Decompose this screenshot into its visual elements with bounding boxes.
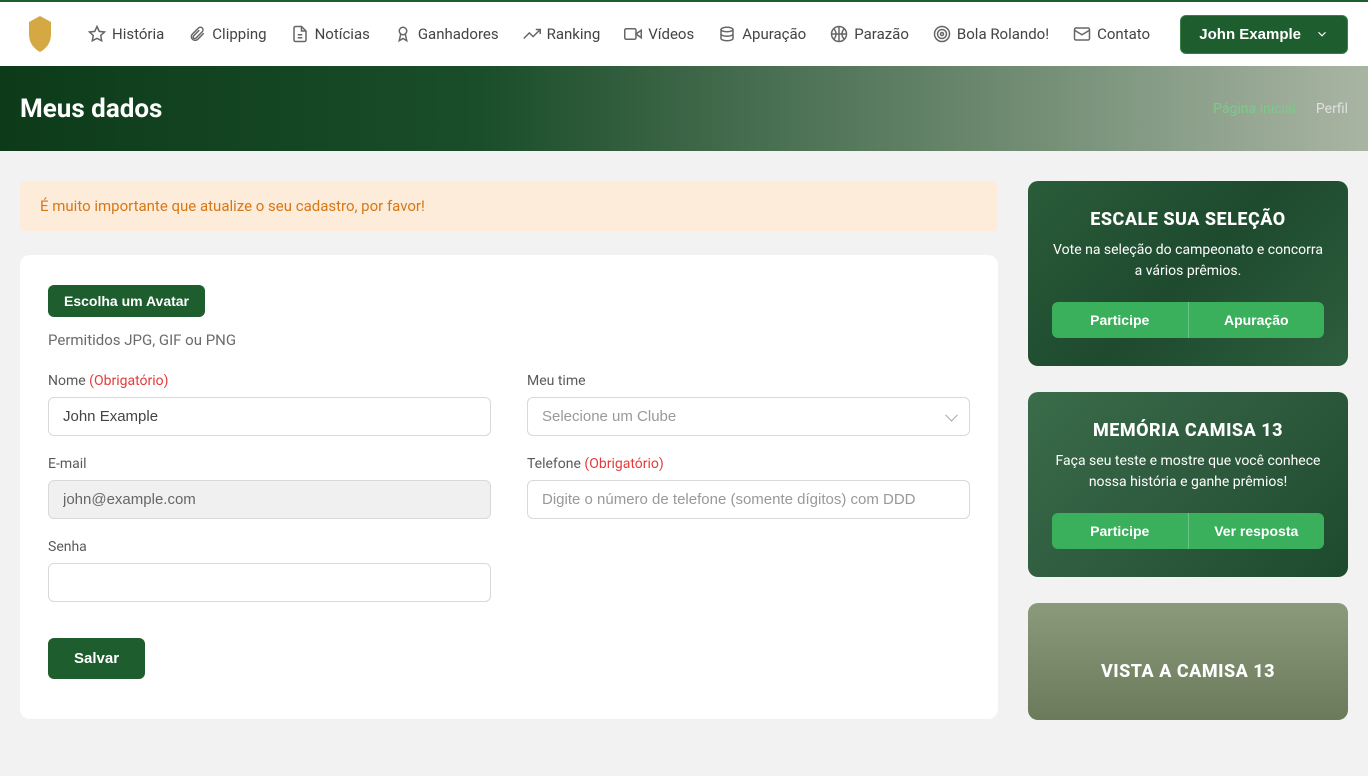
email-group: E-mail [48, 456, 491, 519]
promo-vista-camisa: VISTA A CAMISA 13 [1028, 603, 1348, 720]
hero: Meus dados Página inicial Perfil [0, 66, 1368, 151]
paperclip-icon [188, 25, 206, 43]
nav-label: Clipping [212, 25, 266, 43]
phone-group: Telefone (Obrigatório) [527, 456, 970, 519]
video-icon [624, 25, 642, 43]
nav-historia[interactable]: História [88, 25, 164, 43]
mail-icon [1073, 25, 1091, 43]
basketball-icon [830, 25, 848, 43]
nav-label: Apuração [742, 25, 806, 43]
nav-noticias[interactable]: Notícias [291, 25, 370, 43]
header: História Clipping Notícias Ganhadores Ra… [0, 0, 1368, 66]
chevron-down-icon [1315, 27, 1329, 41]
promo-memoria-camisa: MEMÓRIA CAMISA 13 Faça seu teste e mostr… [1028, 392, 1348, 577]
breadcrumb: Página inicial Perfil [1213, 101, 1348, 117]
promo-title: VISTA A CAMISA 13 [1052, 661, 1324, 682]
alert-banner: É muito importante que atualize o seu ca… [20, 181, 998, 231]
team-label: Meu time [527, 373, 970, 389]
nav-label: História [112, 25, 164, 43]
nav-bola-rolando[interactable]: Bola Rolando! [933, 25, 1049, 43]
award-icon [394, 25, 412, 43]
name-label: Nome (Obrigatório) [48, 373, 491, 389]
nav-label: Parazão [854, 25, 909, 43]
apuracao-button[interactable]: Apuração [1189, 302, 1325, 338]
nav-label: Contato [1097, 25, 1150, 43]
name-group: Nome (Obrigatório) [48, 373, 491, 436]
participe-button[interactable]: Participe [1052, 513, 1189, 549]
nav-label: Notícias [315, 25, 370, 43]
nav: História Clipping Notícias Ganhadores Ra… [88, 25, 1172, 43]
phone-label: Telefone (Obrigatório) [527, 456, 970, 472]
team-group: Meu time [527, 373, 970, 436]
promo-escale-selecao: ESCALE SUA SELEÇÃO Vote na seleção do ca… [1028, 181, 1348, 366]
target-icon [933, 25, 951, 43]
nav-clipping[interactable]: Clipping [188, 25, 266, 43]
name-input[interactable] [48, 397, 491, 436]
avatar-hint: Permitidos JPG, GIF ou PNG [48, 331, 970, 349]
email-label: E-mail [48, 456, 491, 472]
save-button[interactable]: Salvar [48, 638, 145, 679]
nav-contato[interactable]: Contato [1073, 25, 1150, 43]
phone-input[interactable] [527, 480, 970, 519]
password-input[interactable] [48, 563, 491, 602]
nav-apuracao[interactable]: Apuração [718, 25, 806, 43]
nav-label: Ganhadores [418, 25, 499, 43]
promo-title: ESCALE SUA SELEÇÃO [1052, 209, 1324, 230]
nav-label: Vídeos [648, 25, 694, 43]
layers-icon [718, 25, 736, 43]
promo-title: MEMÓRIA CAMISA 13 [1052, 420, 1324, 441]
nav-label: Ranking [547, 25, 601, 43]
user-menu-button[interactable]: John Example [1180, 15, 1348, 54]
nav-videos[interactable]: Vídeos [624, 25, 694, 43]
page-title: Meus dados [20, 94, 162, 124]
file-icon [291, 25, 309, 43]
trending-icon [523, 25, 541, 43]
participe-button[interactable]: Participe [1052, 302, 1189, 338]
nav-ranking[interactable]: Ranking [523, 25, 601, 43]
user-name: John Example [1199, 26, 1301, 43]
nav-ganhadores[interactable]: Ganhadores [394, 25, 499, 43]
choose-avatar-button[interactable]: Escolha um Avatar [48, 285, 205, 317]
nav-label: Bola Rolando! [957, 25, 1049, 43]
profile-form-card: Escolha um Avatar Permitidos JPG, GIF ou… [20, 255, 998, 719]
ver-resposta-button[interactable]: Ver resposta [1189, 513, 1325, 549]
team-select[interactable] [527, 397, 970, 436]
breadcrumb-home[interactable]: Página inicial [1213, 101, 1296, 117]
email-input [48, 480, 491, 519]
promo-desc: Vote na seleção do campeonato e concorra… [1052, 240, 1324, 282]
password-label: Senha [48, 539, 491, 555]
promo-desc: Faça seu teste e mostre que você conhece… [1052, 451, 1324, 493]
breadcrumb-current: Perfil [1316, 101, 1348, 117]
password-group: Senha [48, 539, 491, 602]
logo[interactable] [20, 14, 60, 54]
nav-parazao[interactable]: Parazão [830, 25, 909, 43]
star-icon [88, 25, 106, 43]
